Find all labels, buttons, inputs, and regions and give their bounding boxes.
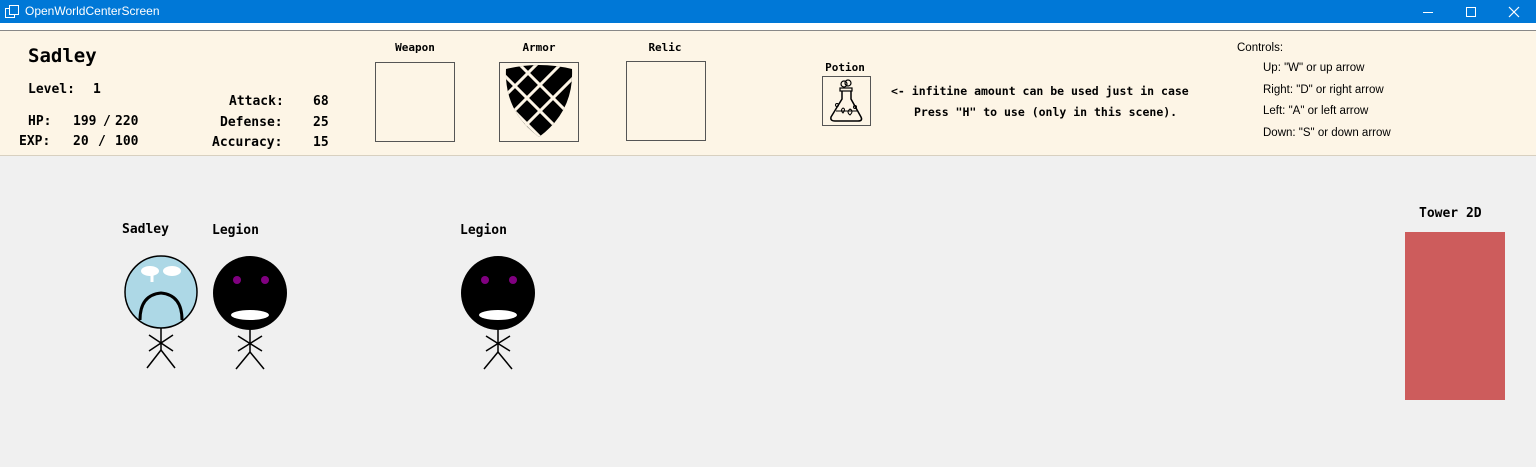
relic-slot[interactable] [626, 61, 706, 141]
player-name: Sadley [28, 45, 97, 67]
potion-flask-icon [830, 79, 863, 122]
defense-label: Defense: [220, 115, 283, 130]
hp-separator: / [103, 114, 111, 129]
attack-value: 68 [313, 94, 329, 109]
defense-value: 25 [313, 115, 329, 130]
exp-max: 100 [115, 134, 139, 149]
enemy1-name: Legion [212, 223, 259, 238]
tower-2d[interactable] [1405, 232, 1505, 400]
level-label: Level: [28, 82, 75, 97]
controls-down: Down: "S" or down arrow [1263, 127, 1391, 139]
exp-separator: / [98, 134, 106, 149]
enemy2-sprite[interactable] [458, 256, 538, 370]
weapon-slot[interactable] [375, 62, 455, 142]
potion-note-line2: Press "H" to use (only in this scene). [914, 105, 1178, 119]
maximize-icon [1466, 6, 1476, 17]
player-character-name: Sadley [122, 222, 169, 237]
player-sprite[interactable] [120, 255, 200, 370]
exp-value: 20 [73, 134, 89, 149]
relic-label: Relic [648, 41, 682, 54]
title-bar: OpenWorldCenterScreen [0, 0, 1536, 23]
level-value: 1 [93, 82, 101, 97]
attack-label: Attack: [229, 94, 284, 109]
potion-slot[interactable] [822, 76, 871, 126]
armor-label: Armor [522, 41, 556, 54]
minimize-icon [1423, 11, 1433, 13]
controls-title: Controls: [1237, 42, 1284, 54]
potion-label: Potion [825, 61, 865, 74]
armor-slot[interactable] [499, 62, 579, 142]
hp-label: HP: [28, 114, 52, 129]
minimize-button[interactable] [1405, 0, 1451, 23]
controls-right: Right: "D" or right arrow [1263, 84, 1384, 96]
maximize-button[interactable] [1448, 0, 1494, 23]
accuracy-label: Accuracy: [212, 135, 283, 150]
enemy1-sprite[interactable] [210, 256, 290, 370]
exp-label: EXP: [19, 134, 51, 149]
controls-up: Up: "W" or up arrow [1263, 62, 1365, 74]
accuracy-value: 15 [313, 135, 329, 150]
enemy2-name: Legion [460, 223, 507, 238]
tower-label: Tower 2D [1419, 206, 1482, 221]
title-separator [0, 23, 1536, 31]
app-icon [5, 5, 19, 18]
hp-max: 220 [115, 114, 139, 129]
window-title: OpenWorldCenterScreen [25, 4, 160, 18]
weapon-label: Weapon [395, 41, 435, 54]
close-icon [1508, 6, 1520, 17]
close-button[interactable] [1491, 0, 1536, 23]
hp-value: 199 [73, 114, 97, 129]
shield-armor-icon [505, 65, 573, 137]
controls-left: Left: "A" or left arrow [1263, 105, 1369, 117]
hud-panel: Sadley Level: 1 HP: 199 / 220 EXP: 20 / … [0, 31, 1536, 156]
potion-note-line1: <- infitine amount can be used just in c… [891, 84, 1189, 98]
